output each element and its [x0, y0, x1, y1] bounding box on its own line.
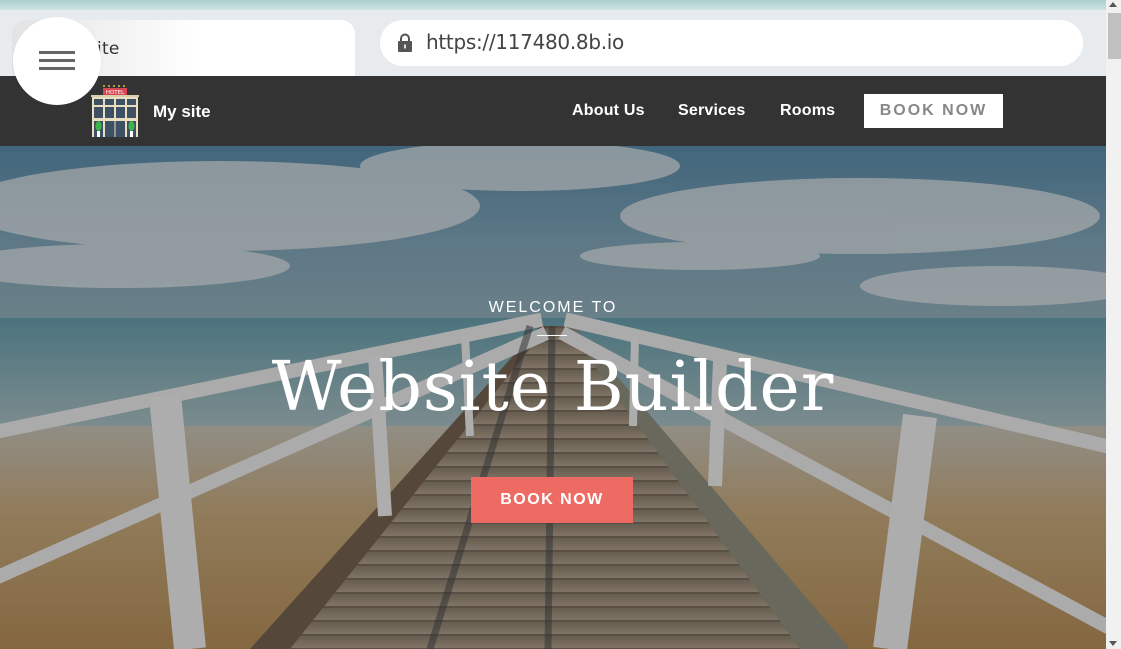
hamburger-menu-icon-bar: [39, 67, 75, 70]
url-text[interactable]: https://117480.8b.io: [426, 30, 624, 54]
browser-top-strip: [0, 0, 1106, 10]
scroll-down-arrow-icon[interactable]: [1109, 641, 1117, 646]
page-scrollbar[interactable]: [1106, 0, 1121, 649]
hero-section: WELCOME TO Website Builder BOOK NOW: [0, 146, 1106, 649]
hero-title: Website Builder: [271, 348, 835, 427]
hamburger-menu-icon: [39, 51, 75, 54]
hero-eyebrow: WELCOME TO: [488, 299, 618, 316]
scroll-up-arrow-icon[interactable]: [1109, 2, 1117, 7]
hotel-building-icon[interactable]: HOTEL: [90, 84, 140, 138]
hero-book-now-button[interactable]: BOOK NOW: [471, 477, 633, 523]
nav-link-rooms[interactable]: Rooms: [780, 102, 835, 120]
nav-book-now-button[interactable]: BOOK NOW: [864, 94, 1003, 128]
hamburger-menu-icon-bar: [39, 59, 75, 62]
scrollbar-thumb[interactable]: [1108, 13, 1121, 59]
lock-icon: [398, 33, 412, 52]
hamburger-menu-button[interactable]: [13, 17, 101, 105]
nav-link-services[interactable]: Services: [678, 102, 745, 120]
nav-link-about-us[interactable]: About Us: [572, 102, 645, 120]
site-name[interactable]: My site: [153, 102, 211, 122]
hero-divider: [537, 335, 567, 336]
